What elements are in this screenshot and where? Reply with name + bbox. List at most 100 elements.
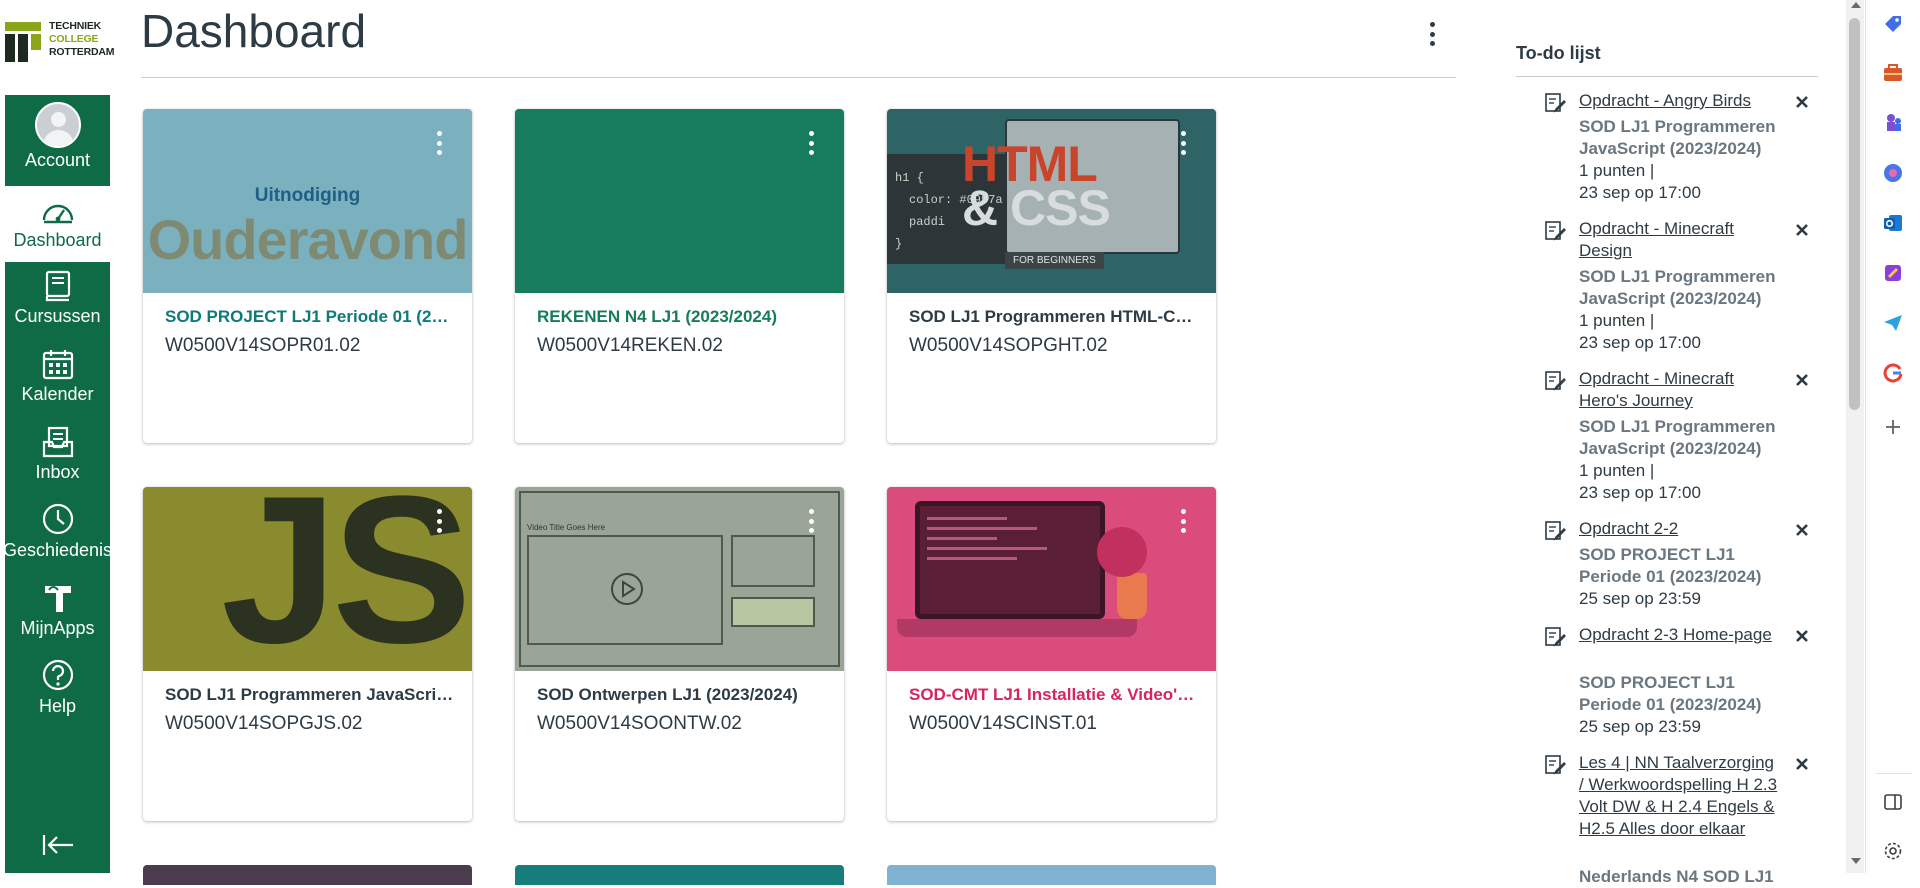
course-card-code: W0500V14SOPGJS.02	[165, 713, 363, 734]
course-card[interactable]	[515, 865, 844, 885]
copilot-icon[interactable]	[1882, 162, 1904, 184]
close-icon[interactable]	[1792, 220, 1812, 240]
todo-list: To-do lijst Opdracht - Angry Birds SOD L…	[1514, 0, 1818, 886]
chess-icon[interactable]	[1882, 112, 1904, 134]
outlook-icon[interactable]	[1882, 212, 1904, 234]
todo-item-link[interactable]: Les 4 | NN Taalverzorging / Werkwoordspe…	[1579, 752, 1779, 840]
course-card-title[interactable]: SOD PROJECT LJ1 Periode 01 (2023/2024)	[165, 307, 455, 327]
divider	[1516, 76, 1818, 77]
nav-item-account[interactable]: Account	[5, 98, 110, 174]
course-card-options[interactable]	[805, 509, 817, 533]
apps-logo-icon	[43, 574, 73, 614]
todo-item-due: 23 sep op 17:00	[1579, 483, 1701, 502]
wireframe-caption: Video Title Goes Here	[527, 523, 606, 532]
briefcase-icon[interactable]	[1882, 62, 1904, 84]
inbox-icon	[42, 418, 74, 458]
nav-item-label: Geschiedenis	[2, 540, 113, 560]
course-card-image: Video Title Goes Here	[515, 487, 844, 671]
course-card[interactable]	[143, 865, 472, 885]
dashboard-main: Dashboard Uitnodiging Ouderavond SOD PRO…	[140, 0, 1456, 885]
course-card-options[interactable]	[1177, 509, 1189, 533]
course-card[interactable]: SOD-CMT LJ1 Installatie & Video'… (2023/…	[887, 487, 1216, 821]
todo-item-points: 1 punten |	[1579, 161, 1655, 180]
scroll-down-icon[interactable]	[1851, 858, 1861, 864]
nav-item-label: Cursussen	[14, 306, 101, 326]
nav-item-label: Account	[24, 150, 91, 170]
clock-icon	[41, 496, 75, 536]
close-icon[interactable]	[1792, 754, 1812, 774]
logo-line-1: TECHNIEK	[49, 20, 102, 32]
course-card-options[interactable]	[805, 131, 817, 155]
course-card-options[interactable]	[433, 131, 445, 155]
settings-icon[interactable]	[1882, 840, 1904, 862]
course-card-title[interactable]: SOD Ontwerpen LJ1 (2023/2024)	[537, 685, 827, 705]
todo-item-link[interactable]: Opdracht - Minecraft Design	[1579, 218, 1779, 262]
dashboard-options-button[interactable]	[1426, 22, 1438, 46]
course-card[interactable]	[887, 865, 1216, 885]
collapse-nav-button[interactable]	[5, 820, 110, 870]
dashboard-icon	[41, 186, 75, 226]
nav-item-geschiedenis[interactable]: Geschiedenis	[2, 496, 113, 572]
todo-item-link[interactable]: Opdracht - Minecraft Hero's Journey	[1579, 368, 1779, 412]
help-icon	[41, 652, 75, 692]
book-icon	[44, 262, 72, 302]
course-card-code: W0500V14SOPR01.02	[165, 335, 361, 356]
hero-big-text: Ouderavond	[147, 208, 469, 271]
course-card[interactable]: REKENEN N4 LJ1 (2023/2024) W0500V14REKEN…	[515, 109, 844, 443]
close-icon[interactable]	[1792, 92, 1812, 112]
course-card[interactable]: JS SOD LJ1 Programmeren JavaScript (2023…	[143, 487, 472, 821]
course-card-title[interactable]: REKENEN N4 LJ1 (2023/2024)	[537, 307, 827, 327]
todo-item-course: SOD PROJECT LJ1 Periode 01 (2023/2024)	[1579, 545, 1762, 586]
todo-item-link[interactable]: Opdracht 2-2	[1579, 518, 1779, 540]
nav-item-mijnapps[interactable]: MijnApps	[5, 574, 110, 650]
nav-item-inbox[interactable]: Inbox	[5, 418, 110, 494]
todo-item-due: 23 sep op 17:00	[1579, 183, 1701, 202]
nav-item-dashboard[interactable]: Dashboard	[5, 186, 110, 262]
course-card-options[interactable]	[433, 509, 445, 533]
assignment-icon	[1545, 627, 1566, 647]
nav-item-label: Inbox	[35, 462, 80, 482]
course-card[interactable]: h1 { color: #0997a paddi } HTML & CSS FO…	[887, 109, 1216, 443]
page-scrollbar-thumb[interactable]	[1849, 18, 1860, 410]
todo-item-due: 25 sep op 23:59	[1579, 589, 1701, 608]
todo-item-link[interactable]: Opdracht - Angry Birds	[1579, 90, 1779, 112]
course-card[interactable]: Video Title Goes Here SOD Ontwerpen LJ1 …	[515, 487, 844, 821]
todo-item-course: Nederlands N4 SOD LJ1	[1579, 867, 1774, 886]
course-card-options[interactable]	[1177, 131, 1189, 155]
assignment-icon	[1545, 755, 1566, 775]
todo-item-link[interactable]: Opdracht 2-3 Home-page	[1579, 624, 1779, 646]
assignment-icon	[1545, 371, 1566, 391]
hero-big-text-2: & CSS	[962, 180, 1111, 236]
course-card-title[interactable]: SOD LJ1 Programmeren HTML-CSS (2023/2024…	[909, 307, 1199, 327]
course-card-title[interactable]: SOD LJ1 Programmeren JavaScript (2023/20…	[165, 685, 455, 705]
wireframe-subscribe	[731, 597, 815, 627]
school-logo[interactable]: TECHNIEK COLLEGE ROTTERDAM	[0, 0, 114, 95]
course-card-code: W0500V14SOPGHT.02	[909, 335, 1108, 356]
nav-item-cursussen[interactable]: Cursussen	[5, 262, 110, 338]
hero-tag: FOR BEGINNERS	[1005, 252, 1104, 269]
avatar	[34, 102, 81, 148]
todo-item-course: SOD LJ1 Programmeren JavaScript (2023/20…	[1579, 267, 1776, 308]
todo-item-course: SOD LJ1 Programmeren JavaScript (2023/20…	[1579, 417, 1776, 458]
nav-item-label: Help	[38, 696, 77, 716]
send-icon[interactable]	[1882, 312, 1904, 334]
sidebar-toggle-icon[interactable]	[1882, 791, 1904, 813]
add-icon[interactable]	[1882, 416, 1904, 438]
course-card[interactable]: Uitnodiging Ouderavond SOD PROJECT LJ1 P…	[143, 109, 472, 443]
nav-item-label: Dashboard	[13, 230, 102, 250]
nav-item-kalender[interactable]: Kalender	[5, 340, 110, 416]
close-icon[interactable]	[1792, 370, 1812, 390]
google-icon[interactable]	[1882, 362, 1904, 384]
tag-icon[interactable]	[1882, 13, 1904, 35]
nav-item-help[interactable]: Help	[5, 652, 110, 728]
course-card-image	[515, 109, 844, 293]
close-icon[interactable]	[1792, 520, 1812, 540]
logo-line-3: ROTTERDAM	[49, 46, 115, 58]
designer-icon[interactable]	[1882, 262, 1904, 284]
calendar-icon	[42, 340, 74, 380]
close-icon[interactable]	[1792, 626, 1812, 646]
course-card-title[interactable]: SOD-CMT LJ1 Installatie & Video'… (2023/…	[909, 685, 1199, 705]
wireframe-thumb	[731, 535, 815, 587]
assignment-icon	[1545, 221, 1566, 241]
scroll-up-icon[interactable]	[1851, 2, 1861, 8]
